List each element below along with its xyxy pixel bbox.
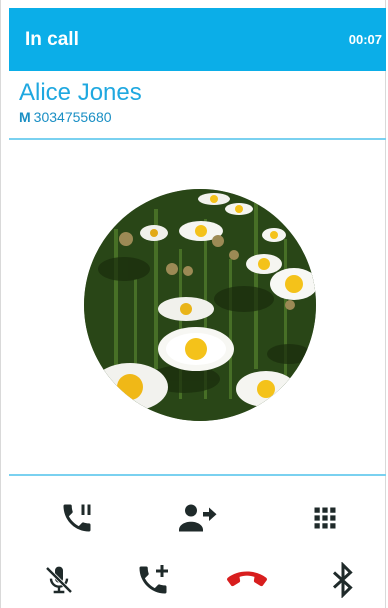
- page-title: In call: [25, 28, 79, 50]
- transfer-icon: [179, 504, 217, 532]
- mute-icon: [45, 566, 73, 594]
- hold-icon: [63, 504, 91, 532]
- end-call-button[interactable]: [223, 556, 271, 604]
- dialpad-icon: [314, 507, 336, 529]
- bluetooth-icon: [332, 562, 353, 598]
- add-call-button[interactable]: [129, 556, 177, 604]
- hold-button[interactable]: [53, 494, 101, 542]
- caller-number: 3034755680: [33, 109, 112, 125]
- controls-divider: [9, 474, 386, 476]
- dialpad-button[interactable]: [301, 494, 349, 542]
- caller-name: Alice Jones: [19, 79, 142, 106]
- call-screen: In call 00:07 Alice Jones M 3034755680: [0, 0, 386, 608]
- contact-photo: [84, 189, 316, 421]
- caller-info: Alice Jones M 3034755680: [9, 74, 386, 140]
- transfer-button[interactable]: [173, 494, 221, 542]
- bluetooth-button[interactable]: [319, 556, 367, 604]
- caller-number-line: M 3034755680: [19, 109, 386, 125]
- end-call-icon: [227, 571, 267, 587]
- mute-button[interactable]: [35, 556, 83, 604]
- add-call-icon: [139, 565, 168, 594]
- header-bar: In call 00:07: [9, 8, 386, 71]
- number-type-badge: M: [19, 109, 31, 125]
- call-timer: 00:07: [348, 32, 382, 47]
- daisy-photo-image: [84, 189, 316, 421]
